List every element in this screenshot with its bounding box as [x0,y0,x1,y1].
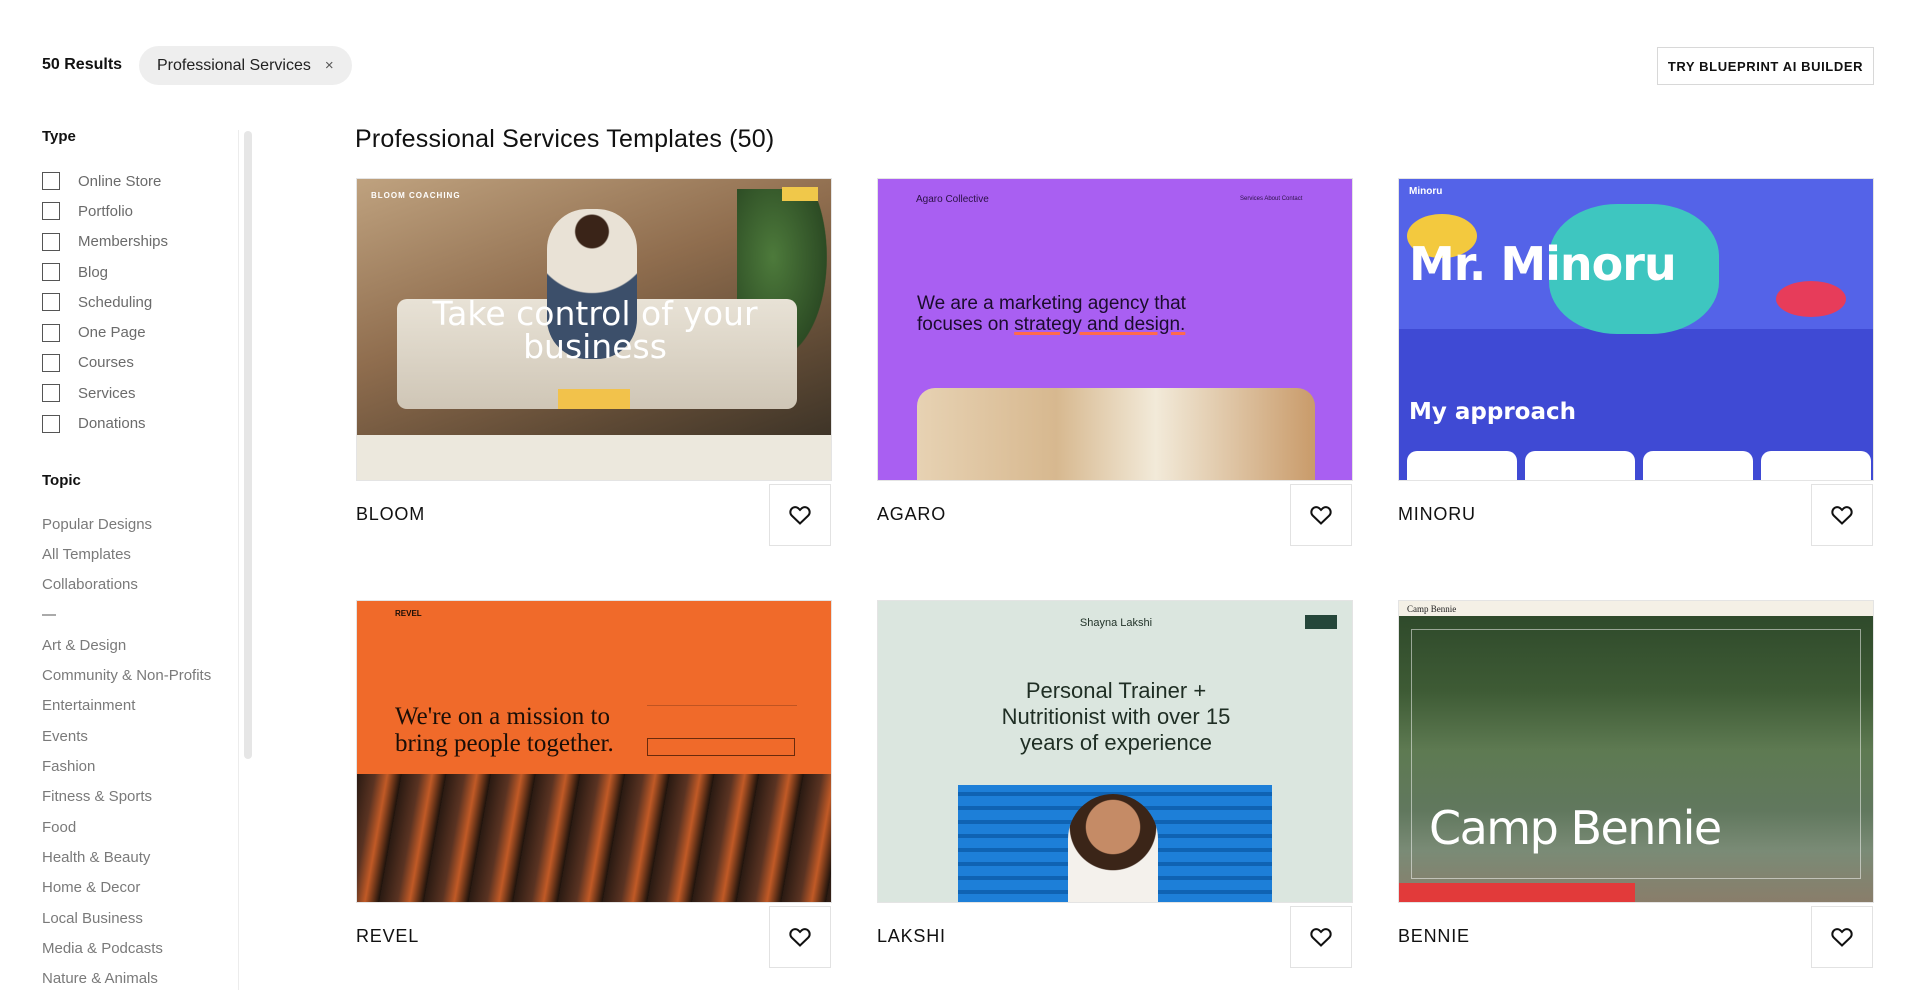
topic-community-non-profits[interactable]: Community & Non-Profits [42,660,211,690]
checkbox-icon[interactable] [42,353,60,372]
checkbox-icon[interactable] [42,384,60,403]
close-icon[interactable]: × [325,58,334,73]
topic-fashion[interactable]: Fashion [42,751,211,781]
heart-icon [789,928,811,947]
checkbox-icon[interactable] [42,202,60,221]
template-name[interactable]: BENNIE [1398,926,1470,947]
topic-heading: Topic [42,472,81,489]
checkbox-icon[interactable] [42,263,60,282]
topic-media-podcasts[interactable]: Media & Podcasts [42,933,211,963]
preview-subtitle: My approach [1409,399,1577,425]
topic-divider [42,600,211,630]
template-preview-agaro[interactable]: Agaro Collective Services About Contact … [877,178,1353,481]
favorite-button[interactable] [1290,484,1352,546]
type-filter-list: Online Store Portfolio Memberships Blog … [42,166,168,439]
preview-headline: We are a marketing agency that focuses o… [917,293,1186,335]
topic-events[interactable]: Events [42,721,211,751]
template-preview-bennie[interactable]: Camp Bennie Camp Bennie [1398,600,1874,903]
topic-home-decor[interactable]: Home & Decor [42,873,211,903]
try-ai-builder-button[interactable]: TRY BLUEPRINT AI BUILDER [1657,47,1874,85]
favorite-button[interactable] [1811,906,1873,968]
sidebar-divider [238,130,239,990]
template-preview-lakshi[interactable]: Shayna Lakshi Personal Trainer + Nutriti… [877,600,1353,903]
filter-chip-label: Professional Services [157,56,311,74]
type-filter-donations[interactable]: Donations [42,408,168,438]
preview-headline: Personal Trainer + Nutritionist with ove… [1001,678,1231,755]
preview-logo: Minoru [1409,186,1443,197]
type-filter-scheduling[interactable]: Scheduling [42,287,168,317]
template-name[interactable]: LAKSHI [877,926,946,947]
type-filter-online-store[interactable]: Online Store [42,166,168,196]
template-preview-minoru[interactable]: Minoru Mr. Minoru My approach [1398,178,1874,481]
preview-title: Mr. Minoru [1409,237,1677,291]
topic-health-beauty[interactable]: Health & Beauty [42,842,211,872]
sidebar-scrollbar[interactable] [244,131,252,759]
checkbox-icon[interactable] [42,414,60,433]
checkbox-icon[interactable] [42,293,60,312]
heart-icon [1831,506,1853,525]
favorite-button[interactable] [769,906,831,968]
checkbox-icon[interactable] [42,172,60,191]
heart-icon [789,506,811,525]
type-filter-memberships[interactable]: Memberships [42,227,168,257]
preview-title: Camp Bennie [1429,801,1722,855]
topic-local-business[interactable]: Local Business [42,903,211,933]
template-name[interactable]: MINORU [1398,504,1476,525]
topic-collaborations[interactable]: Collaborations [42,570,211,600]
heart-icon [1310,506,1332,525]
checkbox-icon[interactable] [42,323,60,342]
type-filter-portfolio[interactable]: Portfolio [42,196,168,226]
checkbox-icon[interactable] [42,232,60,251]
preview-logo: REVEL [395,609,422,618]
type-filter-courses[interactable]: Courses [42,348,168,378]
topic-popular-designs[interactable]: Popular Designs [42,509,211,539]
type-filter-one-page[interactable]: One Page [42,317,168,347]
topic-filter-list: Popular Designs All Templates Collaborat… [42,509,211,990]
preview-headline: Take control of your business [432,294,758,366]
heart-icon [1310,928,1332,947]
preview-nav: Services About Contact [1240,196,1303,202]
preview-brand: BLOOM COACHING [371,191,461,200]
topic-entertainment[interactable]: Entertainment [42,691,211,721]
type-heading: Type [42,128,76,145]
heart-icon [1831,928,1853,947]
type-filter-services[interactable]: Services [42,378,168,408]
page-title: Professional Services Templates (50) [355,125,775,153]
topic-art-design[interactable]: Art & Design [42,630,211,660]
top-bar: 50 Results Professional Services × TRY B… [0,0,1920,110]
topic-fitness-sports[interactable]: Fitness & Sports [42,782,211,812]
template-name[interactable]: AGARO [877,504,946,525]
preview-brand: Camp Bennie [1407,604,1457,614]
type-filter-blog[interactable]: Blog [42,257,168,287]
favorite-button[interactable] [769,484,831,546]
favorite-button[interactable] [1811,484,1873,546]
template-name[interactable]: BLOOM [356,504,425,525]
topic-food[interactable]: Food [42,812,211,842]
template-name[interactable]: REVEL [356,926,419,947]
topic-all-templates[interactable]: All Templates [42,539,211,569]
active-filter-chip[interactable]: Professional Services × [139,46,352,85]
preview-headline: We're on a mission to bring people toget… [395,703,614,757]
template-preview-revel[interactable]: REVEL We're on a mission to bring people… [356,600,832,903]
results-count: 50 Results [42,56,123,73]
template-preview-bloom[interactable]: BLOOM COACHING Take control of your busi… [356,178,832,481]
topic-nature-animals[interactable]: Nature & Animals [42,963,211,990]
preview-brand: Agaro Collective [916,194,989,205]
preview-brand: Shayna Lakshi [1079,617,1153,629]
favorite-button[interactable] [1290,906,1352,968]
